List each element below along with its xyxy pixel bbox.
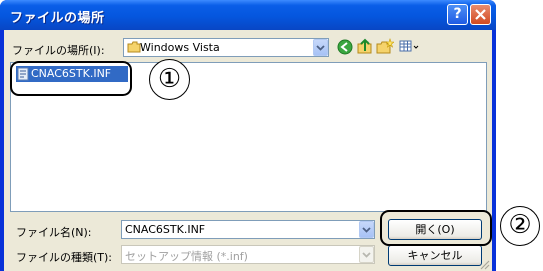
lookin-value: Windows Vista: [140, 41, 220, 54]
filetype-dropdown-button[interactable]: [359, 246, 374, 263]
lookin-label: ファイルの場所(I):: [12, 44, 105, 57]
up-folder-icon[interactable]: [356, 38, 374, 56]
chevron-down-icon: [316, 45, 325, 51]
view-menu-icon[interactable]: [398, 38, 420, 56]
annotation-number-2: ②: [500, 206, 540, 246]
resize-grip-icon[interactable]: [478, 258, 490, 270]
filename-value: CNAC6STK.INF: [125, 223, 206, 236]
close-button[interactable]: [470, 4, 491, 25]
back-icon[interactable]: [336, 38, 354, 56]
annotation-number-1: ①: [149, 59, 190, 100]
new-folder-icon[interactable]: [376, 38, 394, 56]
chevron-down-icon: [362, 227, 371, 233]
window-title: ファイルの場所: [10, 11, 105, 26]
folder-icon: [127, 41, 141, 53]
annotation-oval-2: [380, 210, 492, 246]
help-button[interactable]: ?: [447, 4, 468, 25]
filename-label: ファイル名(N):: [16, 226, 92, 239]
chevron-down-icon: [362, 252, 371, 258]
close-icon: [475, 9, 486, 20]
filetype-label: ファイルの種類(T):: [16, 251, 113, 264]
filename-dropdown-button[interactable]: [359, 221, 374, 238]
annotation-oval-1: [10, 61, 132, 96]
cancel-button[interactable]: キャンセル: [388, 245, 482, 266]
filetype-value: セットアップ情報 (*.inf): [125, 250, 248, 263]
lookin-dropdown-button[interactable]: [313, 39, 328, 56]
